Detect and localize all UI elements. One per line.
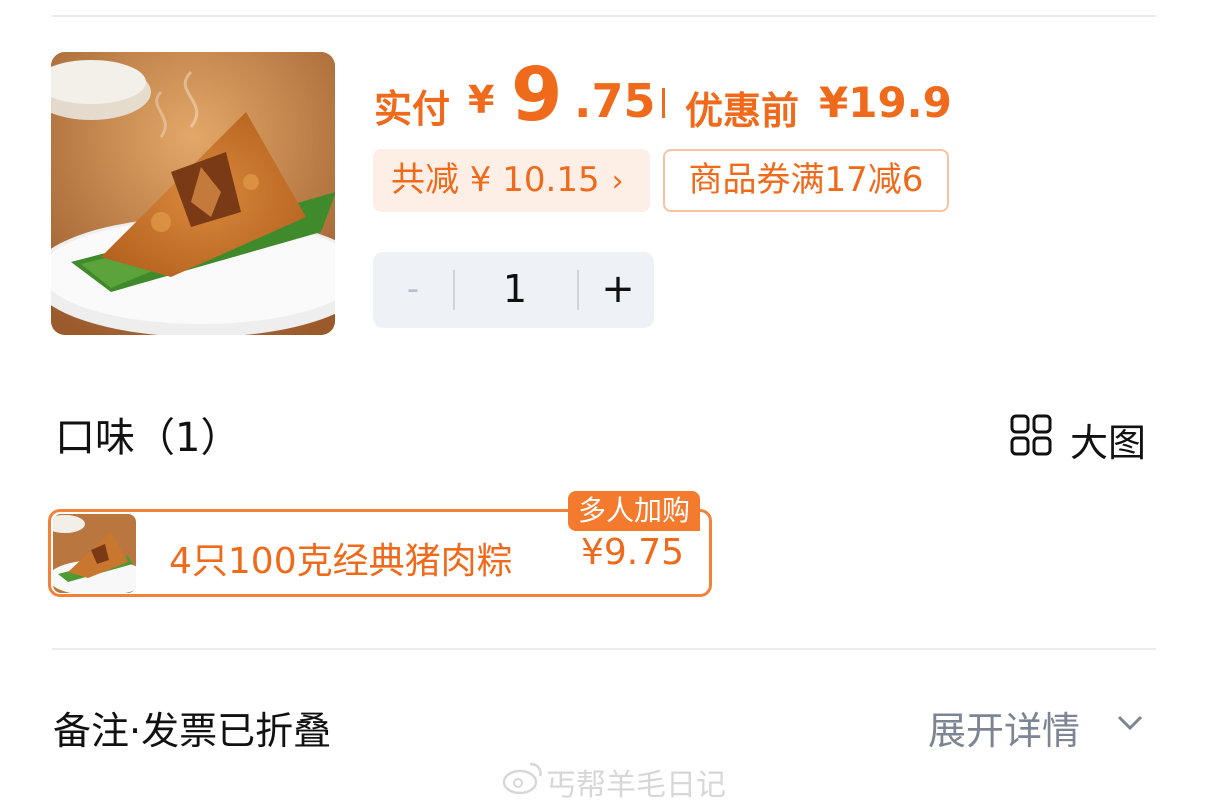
coupon-tag: 商品券满17减6 bbox=[663, 149, 949, 212]
big-view-label: 大图 bbox=[1070, 421, 1147, 465]
quantity-value[interactable]: 1 bbox=[473, 264, 557, 314]
expand-details-button[interactable]: 展开详情 bbox=[928, 700, 1143, 753]
option-price: ¥9.75 bbox=[581, 532, 685, 573]
chevron-right-icon: › bbox=[611, 164, 624, 199]
top-divider bbox=[52, 15, 1156, 17]
section-divider bbox=[52, 648, 1156, 650]
paid-amount-int: 9 bbox=[511, 52, 563, 138]
stepper-divider bbox=[453, 270, 455, 310]
grid-icon bbox=[1010, 414, 1052, 456]
option-name: 4只100克经典猪肉粽 bbox=[169, 541, 513, 582]
paid-amount-dec: .75 bbox=[574, 74, 656, 128]
original-price-label: 优惠前 bbox=[685, 89, 800, 133]
expand-details-label: 展开详情 bbox=[928, 709, 1081, 753]
price-separator bbox=[662, 88, 665, 118]
paid-label: 实付 bbox=[374, 87, 451, 131]
chevron-down-icon bbox=[1117, 715, 1143, 731]
discount-total-label: 共减 ¥ 10.15 bbox=[391, 160, 600, 200]
option-thumbnail bbox=[53, 514, 136, 593]
product-image[interactable] bbox=[51, 52, 335, 335]
flavor-section-title: 口味（1） bbox=[55, 415, 241, 461]
quantity-stepper: - 1 + bbox=[373, 252, 654, 328]
increase-button[interactable]: + bbox=[593, 264, 643, 314]
decrease-button[interactable]: - bbox=[393, 264, 433, 314]
paid-currency: ¥ bbox=[468, 78, 495, 122]
weibo-logo-icon bbox=[502, 762, 542, 795]
group-purchase-badge: 多人加购 bbox=[568, 491, 701, 531]
discount-detail-button[interactable]: 共减 ¥ 10.15 › bbox=[373, 149, 650, 212]
original-price: ¥19.9 bbox=[819, 78, 952, 127]
remarks-invoice-label: 备注·发票已折叠 bbox=[53, 709, 332, 753]
stepper-divider bbox=[577, 270, 579, 310]
watermark-text: 丐帮羊毛日记 bbox=[546, 768, 726, 803]
